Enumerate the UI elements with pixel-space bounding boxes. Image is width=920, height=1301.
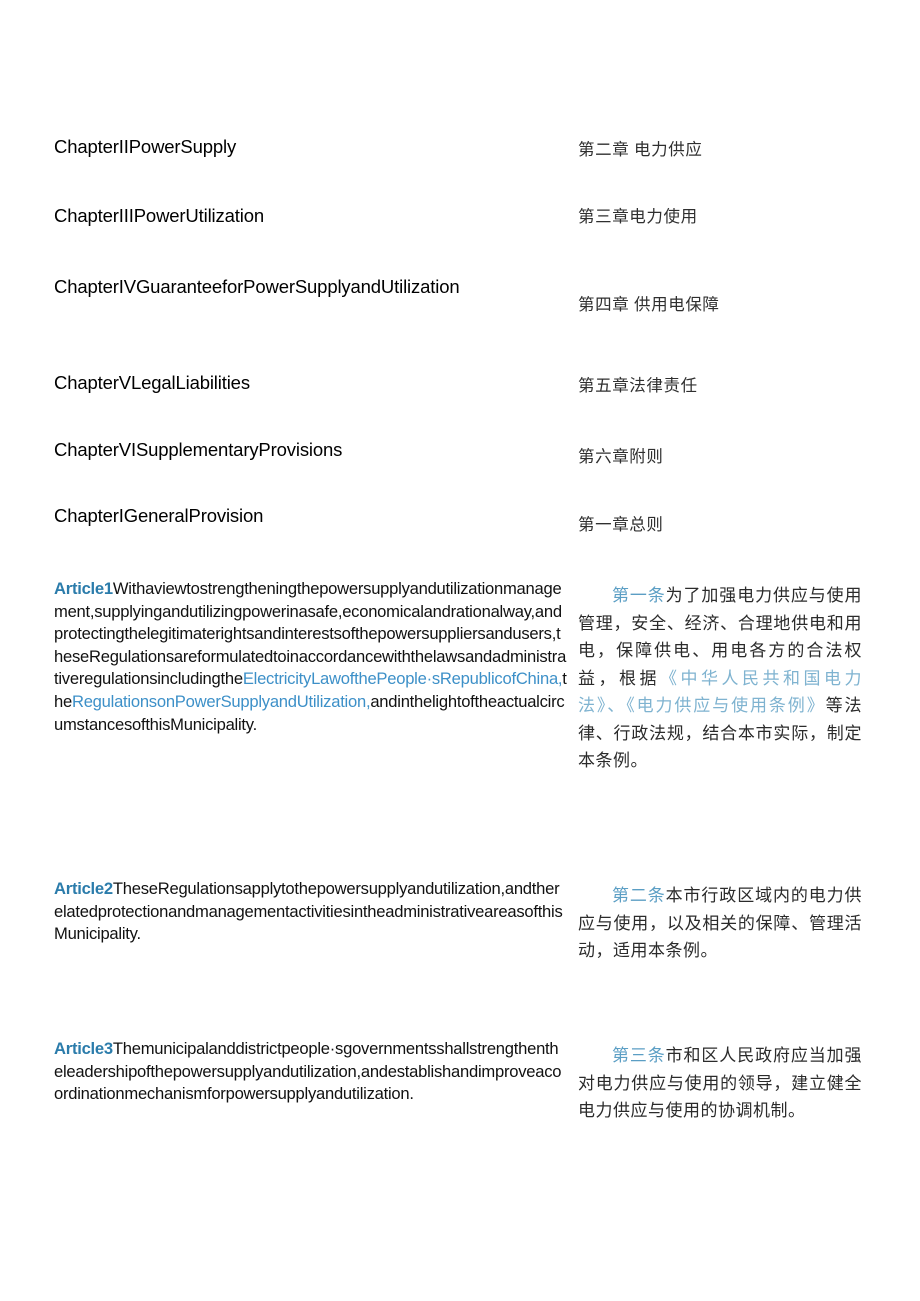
chapter-title-en: ChapterVISupplementaryProvisions — [54, 439, 343, 460]
article-body-en: Article1Withaviewtostrengtheningthepower… — [54, 578, 567, 736]
article-number-zh: 第三条 — [612, 1046, 666, 1065]
chapter-title-en: ChapterIVGuaranteeforPowerSupplyandUtili… — [54, 276, 460, 297]
article-number-en: Article1 — [54, 579, 113, 598]
article-body-zh: 第三条市和区人民政府应当加强对电力供应与使用的领导，建立健全电力供应与使用的协调… — [578, 1042, 862, 1125]
document-page: ChapterIIPowerSupply 第二章 电力供应 ChapterIIIPo… — [0, 0, 920, 1301]
chapter-title-zh: 第一章总则 — [578, 515, 664, 534]
article-number-zh: 第一条 — [612, 586, 666, 605]
chapter-title-en: ChapterIIPowerSupply — [54, 136, 237, 157]
article-number-en: Article2 — [54, 879, 113, 898]
chapter-title-zh: 第三章电力使用 — [578, 207, 698, 226]
article-number-zh: 第二条 — [612, 886, 666, 905]
chapter-title-en: ChapterIIIPowerUtilization — [54, 205, 264, 226]
chapter-title-zh: 第四章 供用电保障 — [578, 295, 720, 314]
chapter-title-zh: 第六章附则 — [578, 447, 664, 466]
article-body-en: Article2TheseRegulationsapplytothepowers… — [54, 878, 567, 946]
statute-reference-link-en[interactable]: RegulationsonPowerSupplyandUtilization, — [72, 692, 371, 711]
article-number-en: Article3 — [54, 1039, 113, 1058]
article-text-en: TheseRegulationsapplytothepowersupplyand… — [54, 879, 563, 944]
article-body-en: Article3Themunicipalanddistrictpeople·sg… — [54, 1038, 567, 1106]
article-text-en: Themunicipalanddistrictpeople·sgovernmen… — [54, 1039, 562, 1104]
article-body-zh: 第二条本市行政区域内的电力供应与使用，以及相关的保障、管理活动，适用本条例。 — [578, 882, 862, 965]
chapter-title-en: ChapterIGeneralProvision — [54, 505, 264, 526]
chapter-title-zh: 第五章法律责任 — [578, 376, 698, 395]
article-body-zh: 第一条为了加强电力供应与使用管理，安全、经济、合理地供电和用电，保障供电、用电各… — [578, 582, 862, 775]
chapter-title-zh: 第二章 电力供应 — [578, 140, 703, 159]
chapter-title-en: ChapterVLegalLiabilities — [54, 372, 250, 393]
statute-reference-link-en[interactable]: ElectricityLawofthePeople·sRepublicofChi… — [243, 669, 563, 688]
